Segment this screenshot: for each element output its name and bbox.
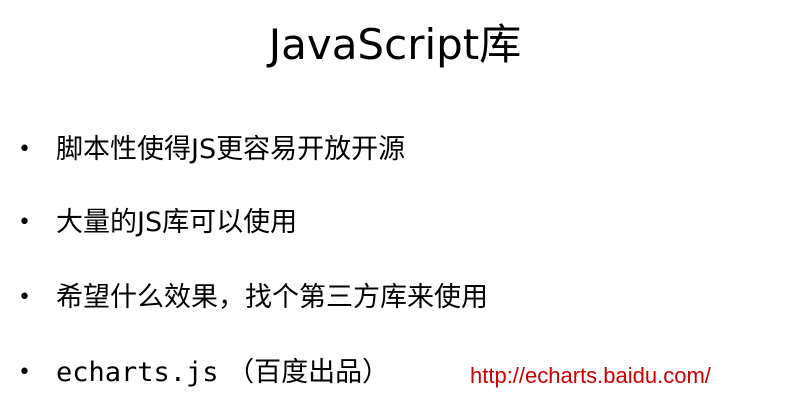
bullet-item-libraries: • 大量的JS库可以使用 — [18, 203, 297, 243]
echarts-url-link[interactable]: http://echarts.baidu.com/ — [470, 358, 711, 394]
bullet-text: 脚本性使得JS更容易开放开源 — [56, 134, 406, 165]
bullet-list: • 脚本性使得JS更容易开放开源 • 大量的JS库可以使用 • 希望什么效果，找个第三… — [0, 0, 790, 402]
bullet-text: 希望什么效果，找个第三方库来使用 — [56, 282, 488, 313]
bullet-item-echarts: • echarts.js （百度出品） — [18, 353, 389, 393]
bullet-dot-icon: • — [18, 210, 31, 235]
bullet-item-open-source: • 脚本性使得JS更容易开放开源 — [18, 130, 405, 170]
bullet-text: 大量的JS库可以使用 — [56, 207, 298, 238]
slide: JavaScript库 • 脚本性使得JS更容易开放开源 • 大量的JS库可以使用 … — [0, 0, 790, 402]
bullet-item-third-party: • 希望什么效果，找个第三方库来使用 — [18, 278, 488, 318]
bullet-dot-icon: • — [18, 285, 31, 310]
bullet-dot-icon: • — [18, 137, 31, 162]
echarts-code-label: echarts.js — [56, 357, 219, 388]
bullet-dot-icon: • — [18, 360, 31, 385]
echarts-note: （百度出品） — [218, 357, 390, 388]
bullet-text-echarts: echarts.js （百度出品） — [56, 353, 389, 393]
